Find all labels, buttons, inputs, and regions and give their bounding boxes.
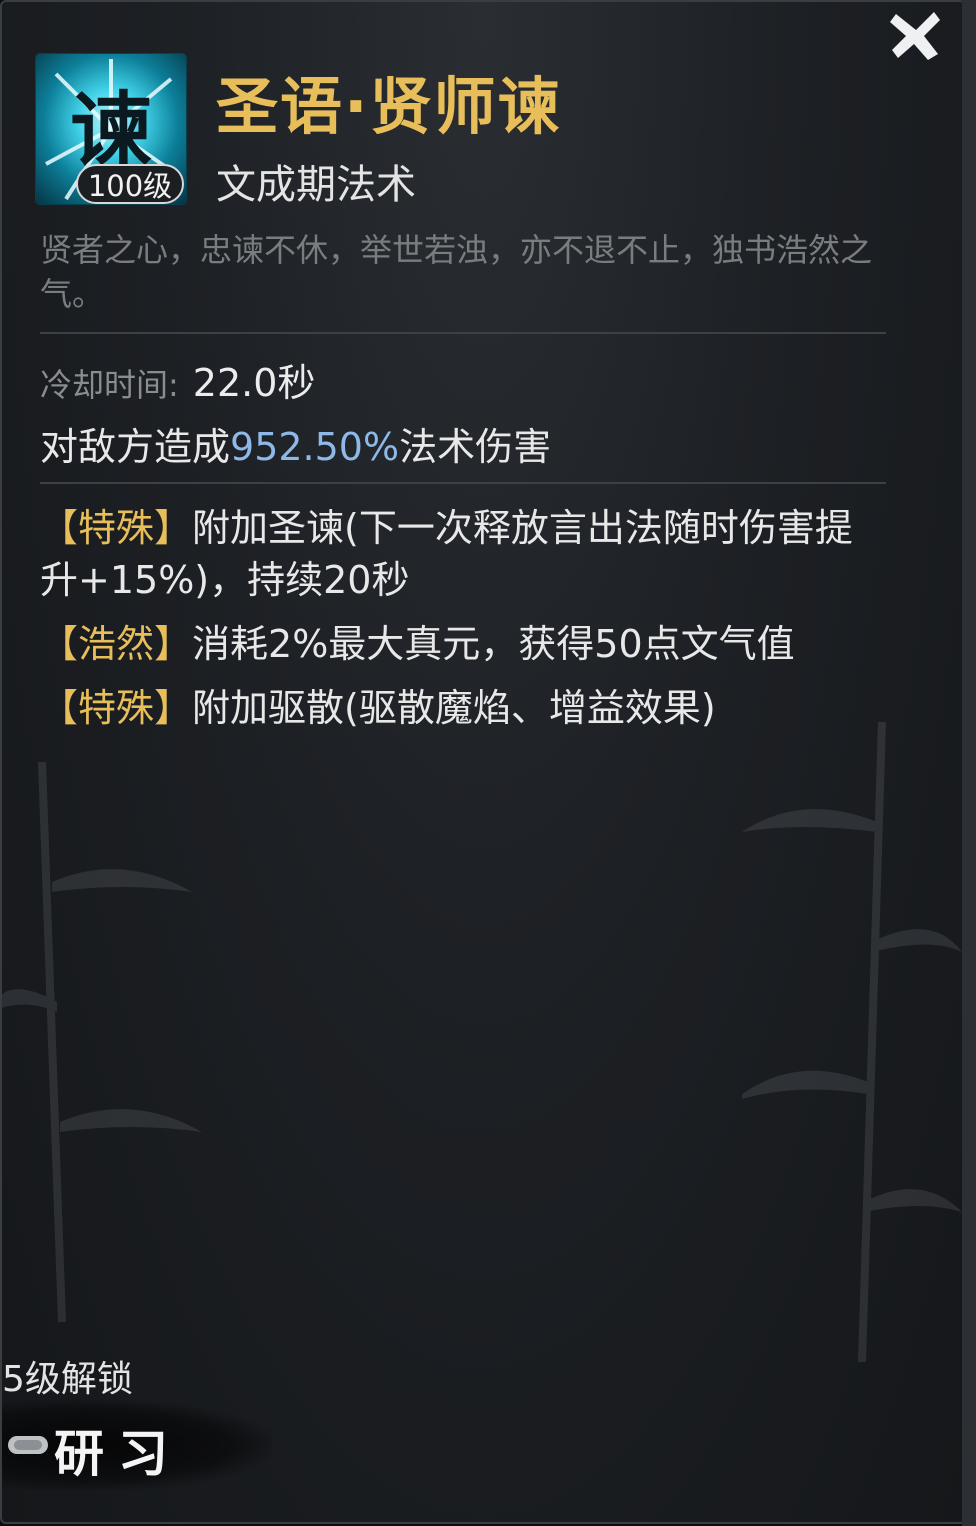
- skill-name: 圣语·贤师谏: [216, 70, 562, 143]
- cooldown-value: 22.0秒: [192, 361, 316, 405]
- study-icon: [8, 1436, 48, 1454]
- divider: [40, 332, 886, 334]
- effect-line: 【特殊】附加圣谏(下一次释放言出法随时伤害提升+15%)，持续20秒: [40, 502, 888, 606]
- cooldown-row: 冷却时间: 22.0秒: [40, 352, 315, 407]
- unlock-requirement: 5级解锁: [2, 1359, 133, 1400]
- effect-line: 【浩然】消耗2%最大真元，获得50点文气值: [40, 618, 888, 670]
- skill-description: 贤者之心，忠谏不休，举世若浊，亦不退不止，独书浩然之气。: [40, 231, 873, 313]
- level-badge: 100级: [76, 164, 184, 204]
- divider: [40, 482, 886, 484]
- bamboo-decoration-left: [2, 762, 202, 1322]
- damage-value: 952.50%: [230, 425, 400, 469]
- study-button[interactable]: 研习: [2, 1400, 272, 1490]
- study-label: 研习: [54, 1424, 182, 1483]
- effect-tag: 【特殊】: [40, 506, 193, 550]
- damage-row: 对敌方造成952.50%法术伤害: [40, 416, 551, 471]
- close-icon[interactable]: [888, 8, 944, 64]
- damage-suffix: 法术伤害: [399, 425, 552, 469]
- effect-tag: 【特殊】: [40, 686, 193, 730]
- skill-category: 文成期法术: [216, 162, 416, 208]
- effect-text: 消耗2%最大真元，获得50点文气值: [192, 622, 795, 666]
- cooldown-label: 冷却时间:: [40, 366, 179, 404]
- effect-text: 附加驱散(驱散魔焰、增益效果): [192, 686, 716, 730]
- damage-prefix: 对敌方造成: [40, 425, 231, 469]
- bamboo-decoration-right: [742, 722, 962, 1362]
- effect-line: 【特殊】附加驱散(驱散魔焰、增益效果): [40, 682, 888, 734]
- window-edge: [962, 0, 976, 1526]
- effect-tag: 【浩然】: [40, 622, 193, 666]
- skill-detail-panel: 谏 100级 圣语·贤师谏 文成期法术 贤者之心，忠谏不休，举世若浊，亦不退不止…: [0, 0, 966, 1524]
